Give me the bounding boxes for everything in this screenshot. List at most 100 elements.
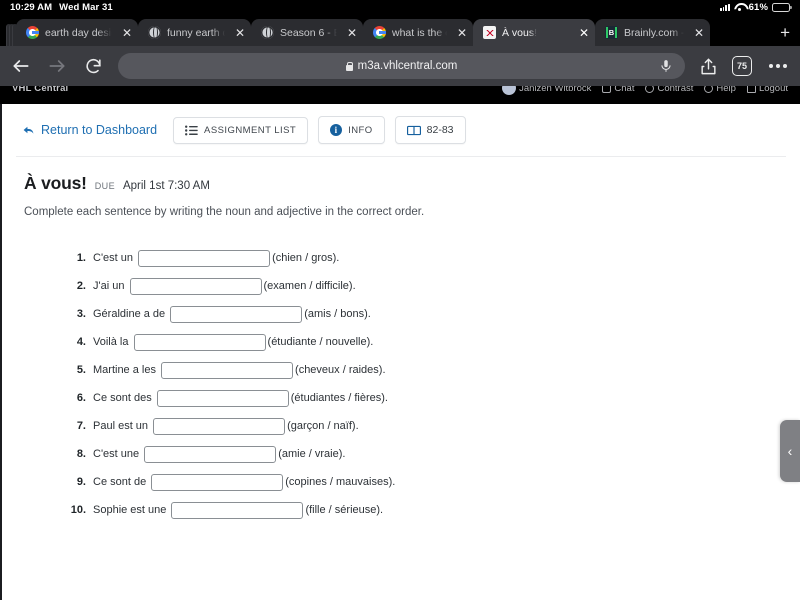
- exercise-prefix-text: Voilà la: [93, 336, 132, 348]
- help-icon: [704, 86, 714, 93]
- wifi-icon: [734, 3, 745, 11]
- exercise-item: 2. J'ai un (examen / difficile).: [64, 272, 800, 300]
- exercise-number: 10.: [70, 504, 86, 516]
- info-button[interactable]: i INFO: [318, 116, 385, 144]
- browser-tab[interactable]: À vous! ✕: [473, 19, 595, 46]
- close-icon[interactable]: ✕: [575, 27, 589, 39]
- browser-tab-title: À vous!: [502, 26, 538, 39]
- status-date: Wed Mar 31: [59, 1, 113, 13]
- browser-tab[interactable]: B Brainly.com - F ✕: [595, 19, 710, 46]
- exercise-prefix-text: Géraldine a de: [93, 308, 169, 320]
- exercise-answer-input[interactable]: [138, 249, 271, 267]
- contrast-label: Contrast: [657, 86, 694, 94]
- user-account-link[interactable]: Janizen Witbrock: [502, 86, 591, 95]
- return-to-dashboard-label: Return to Dashboard: [41, 123, 158, 137]
- url-text: m3a.vhlcentral.com: [357, 60, 458, 72]
- browser-tab[interactable]: Season 6 - Epis ✕: [251, 19, 363, 46]
- avatar: [502, 86, 517, 95]
- reload-button[interactable]: [82, 55, 104, 77]
- exercise-hint-text: (étudiante / nouvelle).: [267, 336, 374, 348]
- browser-toolbar: m3a.vhlcentral.com 75: [0, 46, 800, 86]
- logout-icon: [746, 86, 756, 93]
- microphone-icon[interactable]: [659, 59, 673, 73]
- exercise-answer-input[interactable]: [153, 417, 286, 435]
- exercise-hint-text: (amis / bons).: [304, 308, 371, 320]
- arrow-back-icon: [22, 124, 35, 137]
- browser-tab-title: what is the exa: [392, 26, 447, 39]
- exercise-prefix-text: Martine a les: [93, 364, 160, 376]
- brainly-icon: B: [605, 26, 618, 39]
- exercise-number: 4.: [76, 336, 86, 348]
- pages-button[interactable]: 82-83: [394, 116, 466, 144]
- assignment-title-row: À vous! DUE April 1st 7:30 AM: [2, 157, 800, 194]
- assignment-toolbar: Return to Dashboard ASSIGNMENT LIST i IN…: [2, 104, 800, 156]
- contrast-icon: [645, 86, 655, 93]
- close-icon[interactable]: ✕: [231, 27, 245, 39]
- exercise-prefix-text: Ce sont de: [93, 476, 150, 488]
- close-icon[interactable]: ✕: [118, 27, 132, 39]
- address-bar[interactable]: m3a.vhlcentral.com: [118, 53, 685, 79]
- exercise-prefix-text: Ce sont des: [93, 392, 155, 404]
- chat-link[interactable]: Chat: [602, 86, 634, 94]
- return-to-dashboard-link[interactable]: Return to Dashboard: [16, 119, 163, 141]
- list-icon: [185, 125, 198, 136]
- exercise-answer-input[interactable]: [144, 445, 277, 463]
- help-link[interactable]: Help: [704, 86, 736, 94]
- more-menu-button[interactable]: [766, 64, 790, 68]
- exercise-answer-input[interactable]: [170, 305, 303, 323]
- exercise-hint-text: (fille / sérieuse).: [305, 504, 384, 516]
- forward-button[interactable]: [46, 55, 68, 77]
- browser-tab[interactable]: funny earth day ✕: [138, 19, 251, 46]
- browser-tab-title: earth day design: [45, 26, 112, 39]
- google-icon: [26, 26, 39, 39]
- exercise-prefix-text: J'ai un: [93, 280, 128, 292]
- close-icon[interactable]: ✕: [690, 27, 704, 39]
- browser-tab[interactable]: what is the exa ✕: [363, 19, 473, 46]
- battery-icon: [772, 2, 792, 12]
- help-label: Help: [716, 86, 736, 94]
- cellular-signal-icon: [719, 3, 730, 11]
- close-icon[interactable]: ✕: [343, 27, 357, 39]
- back-button[interactable]: [10, 55, 32, 77]
- exercise-number: 5.: [76, 364, 86, 376]
- new-tab-button[interactable]: +: [770, 19, 800, 46]
- exercise-answer-input[interactable]: [133, 333, 266, 351]
- exercise-answer-input[interactable]: [161, 361, 294, 379]
- due-label: DUE: [94, 181, 115, 191]
- exercise-item: 3. Géraldine a de (amis / bons).: [64, 300, 800, 328]
- close-icon[interactable]: ✕: [453, 27, 467, 39]
- exercise-item: 10. Sophie est une (fille / sérieuse).: [64, 496, 800, 524]
- exercise-answer-input[interactable]: [151, 473, 284, 491]
- assignment-list-button[interactable]: ASSIGNMENT LIST: [173, 116, 309, 144]
- logout-label: Logout: [758, 86, 788, 94]
- exercise-list: 1. C'est un (chien / gros). 2. J'ai un (exa…: [2, 218, 800, 524]
- exercise-prefix-text: Sophie est une: [93, 504, 170, 516]
- lock-icon: [345, 61, 354, 71]
- exercise-answer-input[interactable]: [171, 501, 304, 519]
- exercise-answer-input[interactable]: [156, 389, 289, 407]
- address-bar-content: m3a.vhlcentral.com: [345, 60, 458, 72]
- status-bar-left: 10:29 AM Wed Mar 31: [10, 2, 113, 13]
- exercise-prefix-text: Paul est un: [93, 420, 152, 432]
- exercise-item: 7. Paul est un (garçon / naïf).: [64, 412, 800, 440]
- side-drawer-toggle[interactable]: ‹: [780, 420, 800, 482]
- browser-tab[interactable]: earth day design ✕: [16, 19, 138, 46]
- exercise-number: 1.: [76, 252, 86, 264]
- exercise-item: 5. Martine a les (cheveux / raides).: [64, 356, 800, 384]
- exercise-hint-text: (chien / gros).: [272, 252, 340, 264]
- share-button[interactable]: [699, 57, 718, 76]
- vhl-site-header: VHL Central Janizen Witbrock Chat Contra…: [0, 86, 800, 104]
- tab-count-button[interactable]: 75: [732, 56, 752, 76]
- ios-status-bar: 10:29 AM Wed Mar 31 61%: [0, 0, 800, 14]
- exercise-item: 8. C'est une (amie / vraie).: [64, 440, 800, 468]
- chat-label: Chat: [614, 86, 635, 94]
- vhl-brand-label[interactable]: VHL Central: [12, 86, 68, 94]
- logout-link[interactable]: Logout: [746, 86, 788, 94]
- due-date-value: April 1st 7:30 AM: [122, 180, 210, 192]
- exercise-answer-input[interactable]: [129, 277, 262, 295]
- exercise-number: 6.: [76, 392, 86, 404]
- contrast-link[interactable]: Contrast: [645, 86, 693, 94]
- browser-tab-title: funny earth day: [167, 26, 225, 39]
- instructions-text: Complete each sentence by writing the no…: [24, 206, 425, 218]
- exercise-hint-text: (amie / vraie).: [278, 448, 346, 460]
